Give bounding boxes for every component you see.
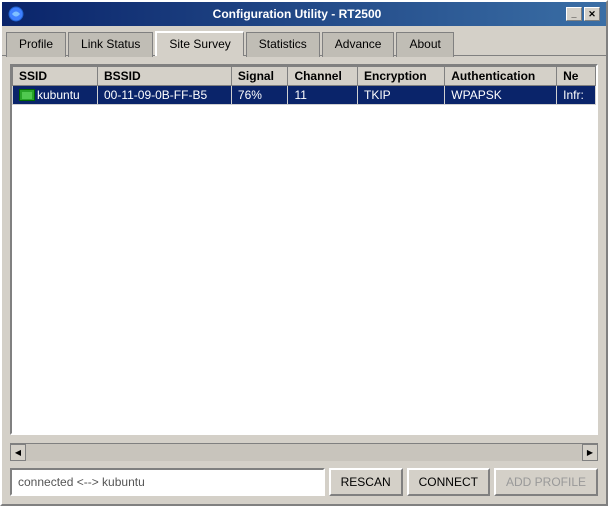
- bottom-bar: connected <--> kubuntu RESCAN CONNECT AD…: [10, 468, 598, 496]
- minimize-button[interactable]: _: [566, 7, 582, 21]
- col-network: Ne: [557, 67, 596, 86]
- rescan-button[interactable]: RESCAN: [329, 468, 403, 496]
- scroll-left-button[interactable]: ◀: [10, 444, 26, 461]
- table-row[interactable]: kubuntu 00-11-09-0B-FF-B5 76% 11 TKIP WP…: [13, 86, 596, 105]
- main-content: SSID BSSID Signal Channel Encryption Aut…: [2, 55, 606, 504]
- tab-profile[interactable]: Profile: [6, 32, 66, 57]
- close-button[interactable]: ✕: [584, 7, 600, 21]
- col-channel: Channel: [288, 67, 358, 86]
- tab-statistics[interactable]: Statistics: [246, 32, 320, 57]
- tab-advance[interactable]: Advance: [322, 32, 395, 57]
- connect-button[interactable]: CONNECT: [407, 468, 490, 496]
- scroll-right-button[interactable]: ▶: [582, 444, 598, 461]
- titlebar: Configuration Utility - RT2500 _ ✕: [2, 2, 606, 26]
- cell-authentication: WPAPSK: [445, 86, 557, 105]
- network-signal-icon: [19, 89, 35, 101]
- tabs-bar: Profile Link Status Site Survey Statisti…: [2, 26, 606, 55]
- tab-about[interactable]: About: [396, 32, 453, 57]
- add-profile-button[interactable]: ADD PROFILE: [494, 468, 598, 496]
- cell-network: Infr:: [557, 86, 596, 105]
- site-survey-table-container: SSID BSSID Signal Channel Encryption Aut…: [10, 64, 598, 435]
- col-bssid: BSSID: [97, 67, 231, 86]
- col-signal: Signal: [231, 67, 288, 86]
- table-header-row: SSID BSSID Signal Channel Encryption Aut…: [13, 67, 596, 86]
- site-survey-table: SSID BSSID Signal Channel Encryption Aut…: [12, 66, 596, 105]
- table-scroll[interactable]: SSID BSSID Signal Channel Encryption Aut…: [12, 66, 596, 433]
- window-title: Configuration Utility - RT2500: [28, 7, 566, 21]
- titlebar-buttons: _ ✕: [566, 7, 600, 21]
- col-authentication: Authentication: [445, 67, 557, 86]
- cell-signal: 76%: [231, 86, 288, 105]
- cell-encryption: TKIP: [358, 86, 445, 105]
- titlebar-left: [8, 6, 28, 22]
- tab-site-survey[interactable]: Site Survey: [155, 31, 243, 56]
- status-text: connected <--> kubuntu: [18, 475, 145, 489]
- cell-channel: 11: [288, 86, 358, 105]
- horizontal-scrollbar: ◀ ▶: [10, 443, 598, 460]
- col-ssid: SSID: [13, 67, 98, 86]
- main-window: Configuration Utility - RT2500 _ ✕ Profi…: [0, 0, 608, 506]
- col-encryption: Encryption: [358, 67, 445, 86]
- status-field: connected <--> kubuntu: [10, 468, 325, 496]
- app-icon: [8, 6, 24, 22]
- scroll-track[interactable]: [26, 444, 582, 461]
- cell-bssid: 00-11-09-0B-FF-B5: [97, 86, 231, 105]
- cell-ssid: kubuntu: [13, 86, 98, 105]
- tab-link-status[interactable]: Link Status: [68, 32, 153, 57]
